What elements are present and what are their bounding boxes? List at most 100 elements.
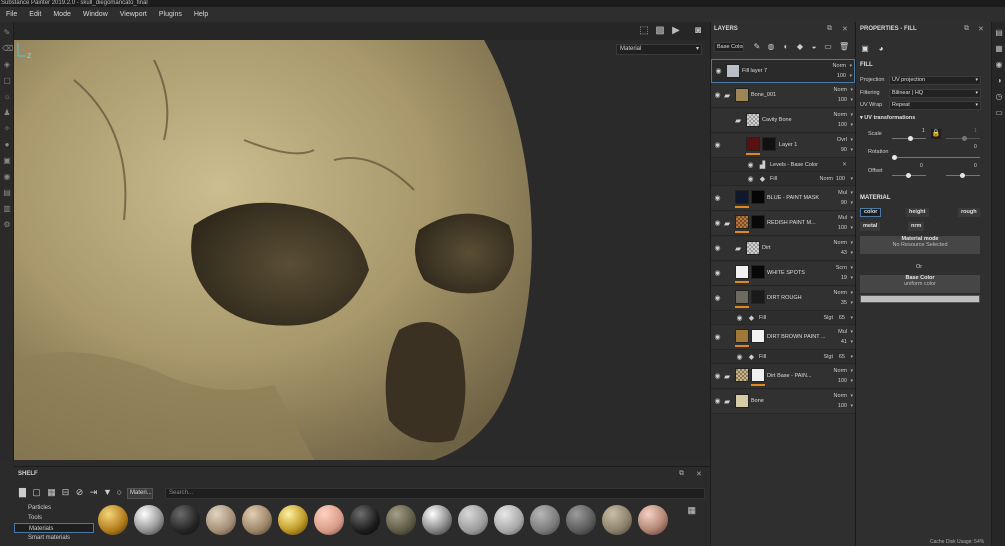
projection-icon[interactable]: ◈ <box>2 60 12 70</box>
layer-opacity[interactable]: 41 <box>841 339 847 345</box>
log-icon[interactable]: ▭ <box>994 108 1004 118</box>
camera-tool-icon[interactable]: ◉ <box>2 172 12 182</box>
shelf-category-particles[interactable]: Particles <box>14 503 94 513</box>
eye-icon[interactable]: ◉ <box>735 353 744 362</box>
base-color-swatch[interactable] <box>860 295 980 303</box>
eye-icon[interactable]: ◉ <box>713 141 722 150</box>
add-layer-icon[interactable]: ◒ <box>809 42 819 52</box>
add-mask-icon[interactable]: ◐ <box>781 42 791 52</box>
close-icon[interactable]: ✕ <box>696 470 702 478</box>
eye-icon[interactable]: ◉ <box>713 91 722 100</box>
eye-icon[interactable]: ◉ <box>713 244 722 253</box>
shader-settings-icon[interactable]: ◑ <box>994 76 1004 86</box>
layer-blend-mode[interactable]: Norm <box>834 87 847 93</box>
material-ball[interactable] <box>638 505 668 535</box>
folder-icon[interactable]: ▰ <box>735 116 745 125</box>
eye-icon[interactable]: ◉ <box>713 219 722 228</box>
channel-select[interactable]: Base Color <box>714 42 744 52</box>
chevron-down-icon[interactable]: ▾ <box>850 378 853 384</box>
undock-icon[interactable]: ⧉ <box>679 470 684 478</box>
layer-opacity[interactable]: 100 <box>838 122 847 128</box>
layer-blend-mode[interactable]: Norm <box>834 112 847 118</box>
layer-blend-mode[interactable]: Mul <box>838 329 847 335</box>
eye-icon[interactable]: ◉ <box>713 194 722 203</box>
folder-icon[interactable]: ▰ <box>735 244 745 253</box>
eye-icon[interactable]: ◉ <box>713 294 722 303</box>
effect-row[interactable]: ◉ ◆ Fill Norm 100 ▾ <box>711 173 855 186</box>
hide-icon[interactable]: ⊘ <box>74 487 85 498</box>
chevron-down-icon[interactable]: ▾ <box>850 300 853 306</box>
layer-row[interactable]: ◉ DIRT BROWN PAINT ... Mul 41 ▾ ▾ <box>711 326 855 350</box>
picker-icon[interactable]: ✧ <box>2 124 12 134</box>
texture-set-list-icon[interactable]: ▤ <box>994 28 1004 38</box>
menu-edit[interactable]: Edit <box>23 11 47 18</box>
undock-icon[interactable]: ⧉ <box>964 25 969 33</box>
chevron-down-icon[interactable]: ▾ <box>850 393 853 399</box>
material-ball[interactable] <box>350 505 380 535</box>
folder-icon[interactable]: ▰ <box>724 397 734 406</box>
layer-row[interactable]: ◉ Layer 1 Ovrl 90 ▾ ▾ <box>711 134 855 158</box>
chevron-down-icon[interactable]: ▾ <box>850 315 853 321</box>
material-mode-box[interactable]: Material mode No Resource Selected <box>860 236 980 254</box>
close-icon[interactable]: ✕ <box>842 161 847 168</box>
add-fill-layer-icon[interactable]: ◆ <box>795 42 805 52</box>
material-ball[interactable] <box>278 505 308 535</box>
material-ball[interactable] <box>98 505 128 535</box>
menu-help[interactable]: Help <box>188 11 214 18</box>
folder-icon[interactable]: ▰ <box>724 372 734 381</box>
filter-toggle-icon[interactable]: ○ <box>114 487 125 498</box>
scale-slider-knob-b[interactable] <box>962 136 967 141</box>
material-ball[interactable] <box>242 505 272 535</box>
viewport-mode-select[interactable]: Material ▾ <box>616 44 702 55</box>
eraser-icon[interactable]: ⌫ <box>2 44 13 54</box>
export-icon[interactable]: ⇥ <box>88 487 99 498</box>
geometry-mask-icon[interactable]: ▢ <box>2 76 12 86</box>
brush-effect-icon[interactable]: ✎ <box>752 42 762 52</box>
effect-opacity[interactable]: 65 <box>839 354 845 360</box>
scale-slider-knob[interactable] <box>908 136 913 141</box>
add-folder-icon[interactable]: ▭ <box>823 42 833 52</box>
display-settings-icon[interactable]: ◉ <box>994 60 1004 70</box>
shelf-search-input[interactable]: Search... <box>165 488 705 499</box>
clone-icon[interactable]: ♟ <box>2 108 12 118</box>
rotation-slider-knob[interactable] <box>892 155 897 160</box>
layer-blend-mode[interactable]: Mul <box>838 215 847 221</box>
filtering-select[interactable]: Bilinear | HQ ▾ <box>889 89 981 98</box>
material-ball[interactable] <box>170 505 200 535</box>
chevron-down-icon[interactable]: ▾ <box>850 240 853 246</box>
material-ball[interactable] <box>134 505 164 535</box>
layer-row[interactable]: ◉ ▰ REDISH PAINT M... Mul 100 ▾ ▾ <box>711 212 855 236</box>
layer-blend-mode[interactable]: Norm <box>833 63 846 69</box>
material-picker-icon[interactable]: ● <box>2 140 12 150</box>
layer-blend-mode[interactable]: Scrn <box>836 265 847 271</box>
polygon-fill-icon[interactable]: ▣ <box>2 156 12 166</box>
material-ball[interactable] <box>602 505 632 535</box>
layer-blend-mode[interactable]: Ovrl <box>837 137 847 143</box>
new-folder-icon[interactable]: ▢ <box>31 487 42 498</box>
cube-view-icon[interactable]: ▩ <box>654 25 666 37</box>
menu-file[interactable]: File <box>0 11 23 18</box>
effect-row[interactable]: ◉ ◆ Fill Slgt 65 ▾ <box>711 312 855 325</box>
chevron-down-icon[interactable]: ▾ <box>850 265 853 271</box>
import-icon[interactable]: ▦ <box>46 487 57 498</box>
photoshop-export-icon[interactable]: ▤ <box>2 188 12 198</box>
chevron-down-icon[interactable]: ▾ <box>850 190 853 196</box>
bake-icon[interactable]: ▥ <box>2 204 12 214</box>
material-ball[interactable] <box>314 505 344 535</box>
chevron-down-icon[interactable]: ▾ <box>850 225 853 231</box>
layer-row[interactable]: ◉ BLUE - PAINT MASK Mul 90 ▾ ▾ <box>711 187 855 211</box>
layer-row[interactable]: ◉ ▰ Dirt Norm 43 ▾ ▾ <box>711 237 855 261</box>
effect-opacity[interactable]: 100 <box>836 176 845 182</box>
channel-metal-toggle[interactable]: metal <box>860 222 881 231</box>
eye-icon[interactable]: ◉ <box>713 269 722 278</box>
chevron-down-icon[interactable]: ▾ <box>850 112 853 118</box>
layer-tab-icon[interactable]: ▣ <box>860 44 870 54</box>
chevron-down-icon[interactable]: ▾ <box>850 176 853 182</box>
layer-row[interactable]: ▰ Cavity Bone Norm 100 ▾ ▾ <box>711 109 855 133</box>
layer-row[interactable]: ◉ ▰ Bone_001 Norm 100 ▾ ▾ <box>711 84 855 108</box>
layer-opacity[interactable]: 100 <box>838 378 847 384</box>
eye-icon[interactable]: ◉ <box>746 175 755 184</box>
menu-plugins[interactable]: Plugins <box>153 11 188 18</box>
effect-blend-mode[interactable]: Slgt <box>824 354 833 360</box>
layer-opacity[interactable]: 35 <box>841 300 847 306</box>
